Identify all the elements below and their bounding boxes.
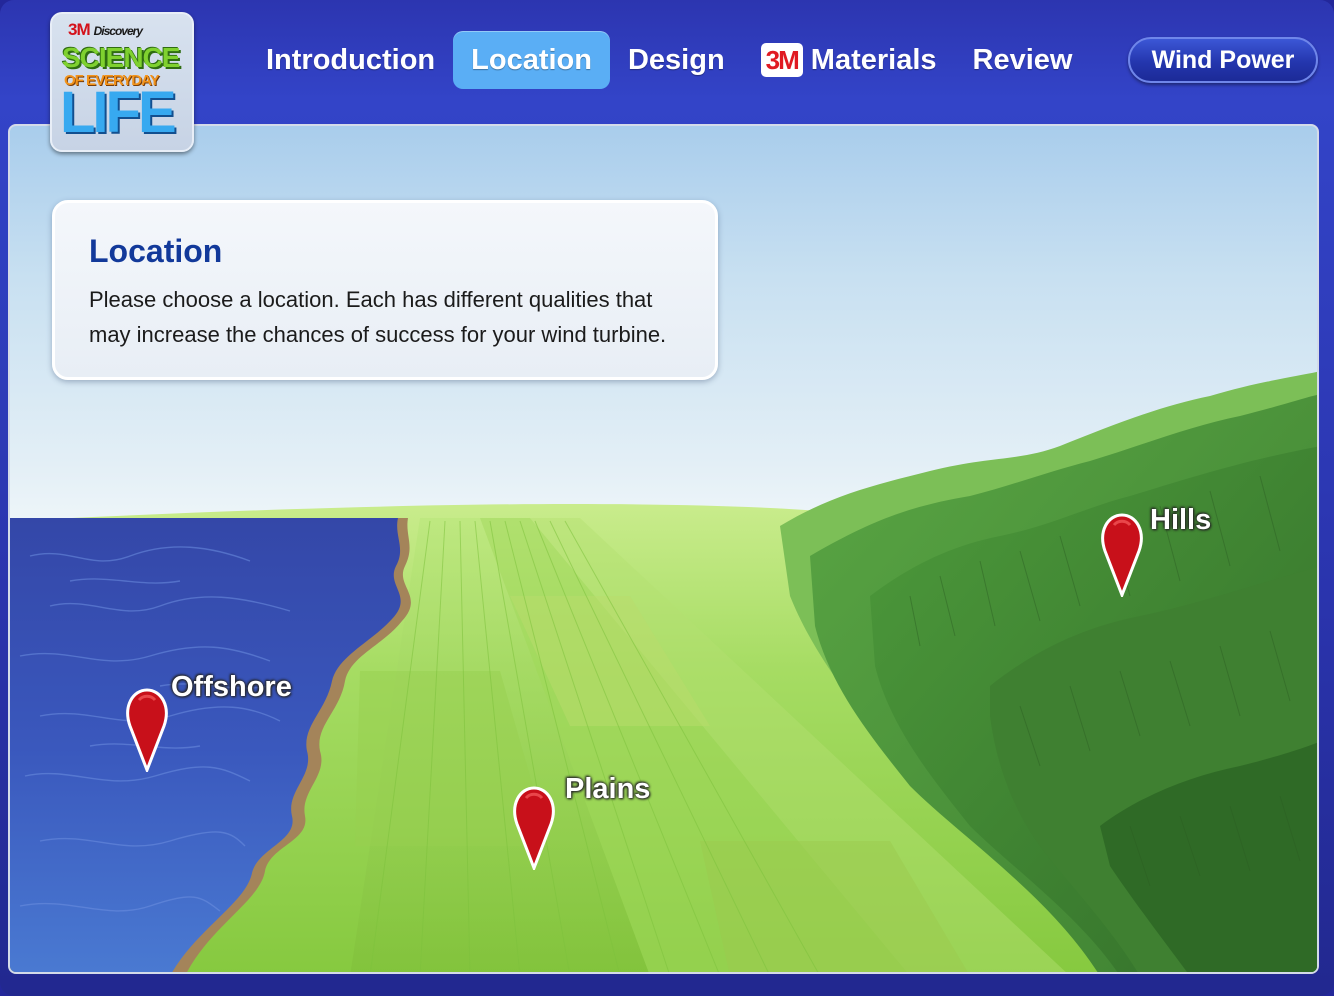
science-of-everyday-life-logo[interactable]: 3M Discovery SCIENCE OF EVERYDAY LIFE — [50, 12, 194, 152]
tab-label: Review — [972, 44, 1073, 76]
logo-brands: 3M Discovery — [68, 20, 143, 40]
hills-label[interactable]: Hills — [1150, 504, 1211, 537]
plains-marker-icon[interactable] — [512, 786, 556, 870]
tab-label: Materials — [810, 44, 937, 76]
logo-life-text: LIFE — [60, 80, 177, 145]
3m-badge: 3M — [760, 43, 803, 77]
tab-location[interactable]: Location — [453, 31, 610, 89]
hills-marker-icon[interactable] — [1100, 513, 1144, 597]
tab-label: Introduction — [266, 44, 436, 76]
wind-power-label: Wind Power — [1151, 45, 1295, 74]
offshore-marker-icon[interactable] — [125, 688, 169, 772]
info-text: Please choose a location. Each has diffe… — [89, 287, 667, 347]
tab-materials[interactable]: 3M Materials — [743, 31, 955, 89]
location-info-panel: Location Please choose a location. Each … — [52, 200, 718, 380]
tab-design[interactable]: Design — [610, 31, 743, 89]
info-title: Location — [89, 233, 223, 269]
plains-label[interactable]: Plains — [565, 773, 650, 806]
tab-review[interactable]: Review — [955, 31, 1091, 89]
main-nav: Introduction Location Design 3M Materials… — [248, 31, 1090, 89]
logo-discovery-text: Discovery — [93, 24, 143, 38]
logo-3m-text: 3M — [68, 20, 91, 39]
logo-science-text: SCIENCE — [62, 42, 180, 73]
wind-power-button[interactable]: Wind Power — [1128, 37, 1318, 83]
tab-label: Design — [627, 44, 725, 76]
tab-introduction[interactable]: Introduction — [248, 31, 453, 89]
tab-label: Location — [471, 44, 592, 76]
offshore-label[interactable]: Offshore — [171, 671, 292, 704]
